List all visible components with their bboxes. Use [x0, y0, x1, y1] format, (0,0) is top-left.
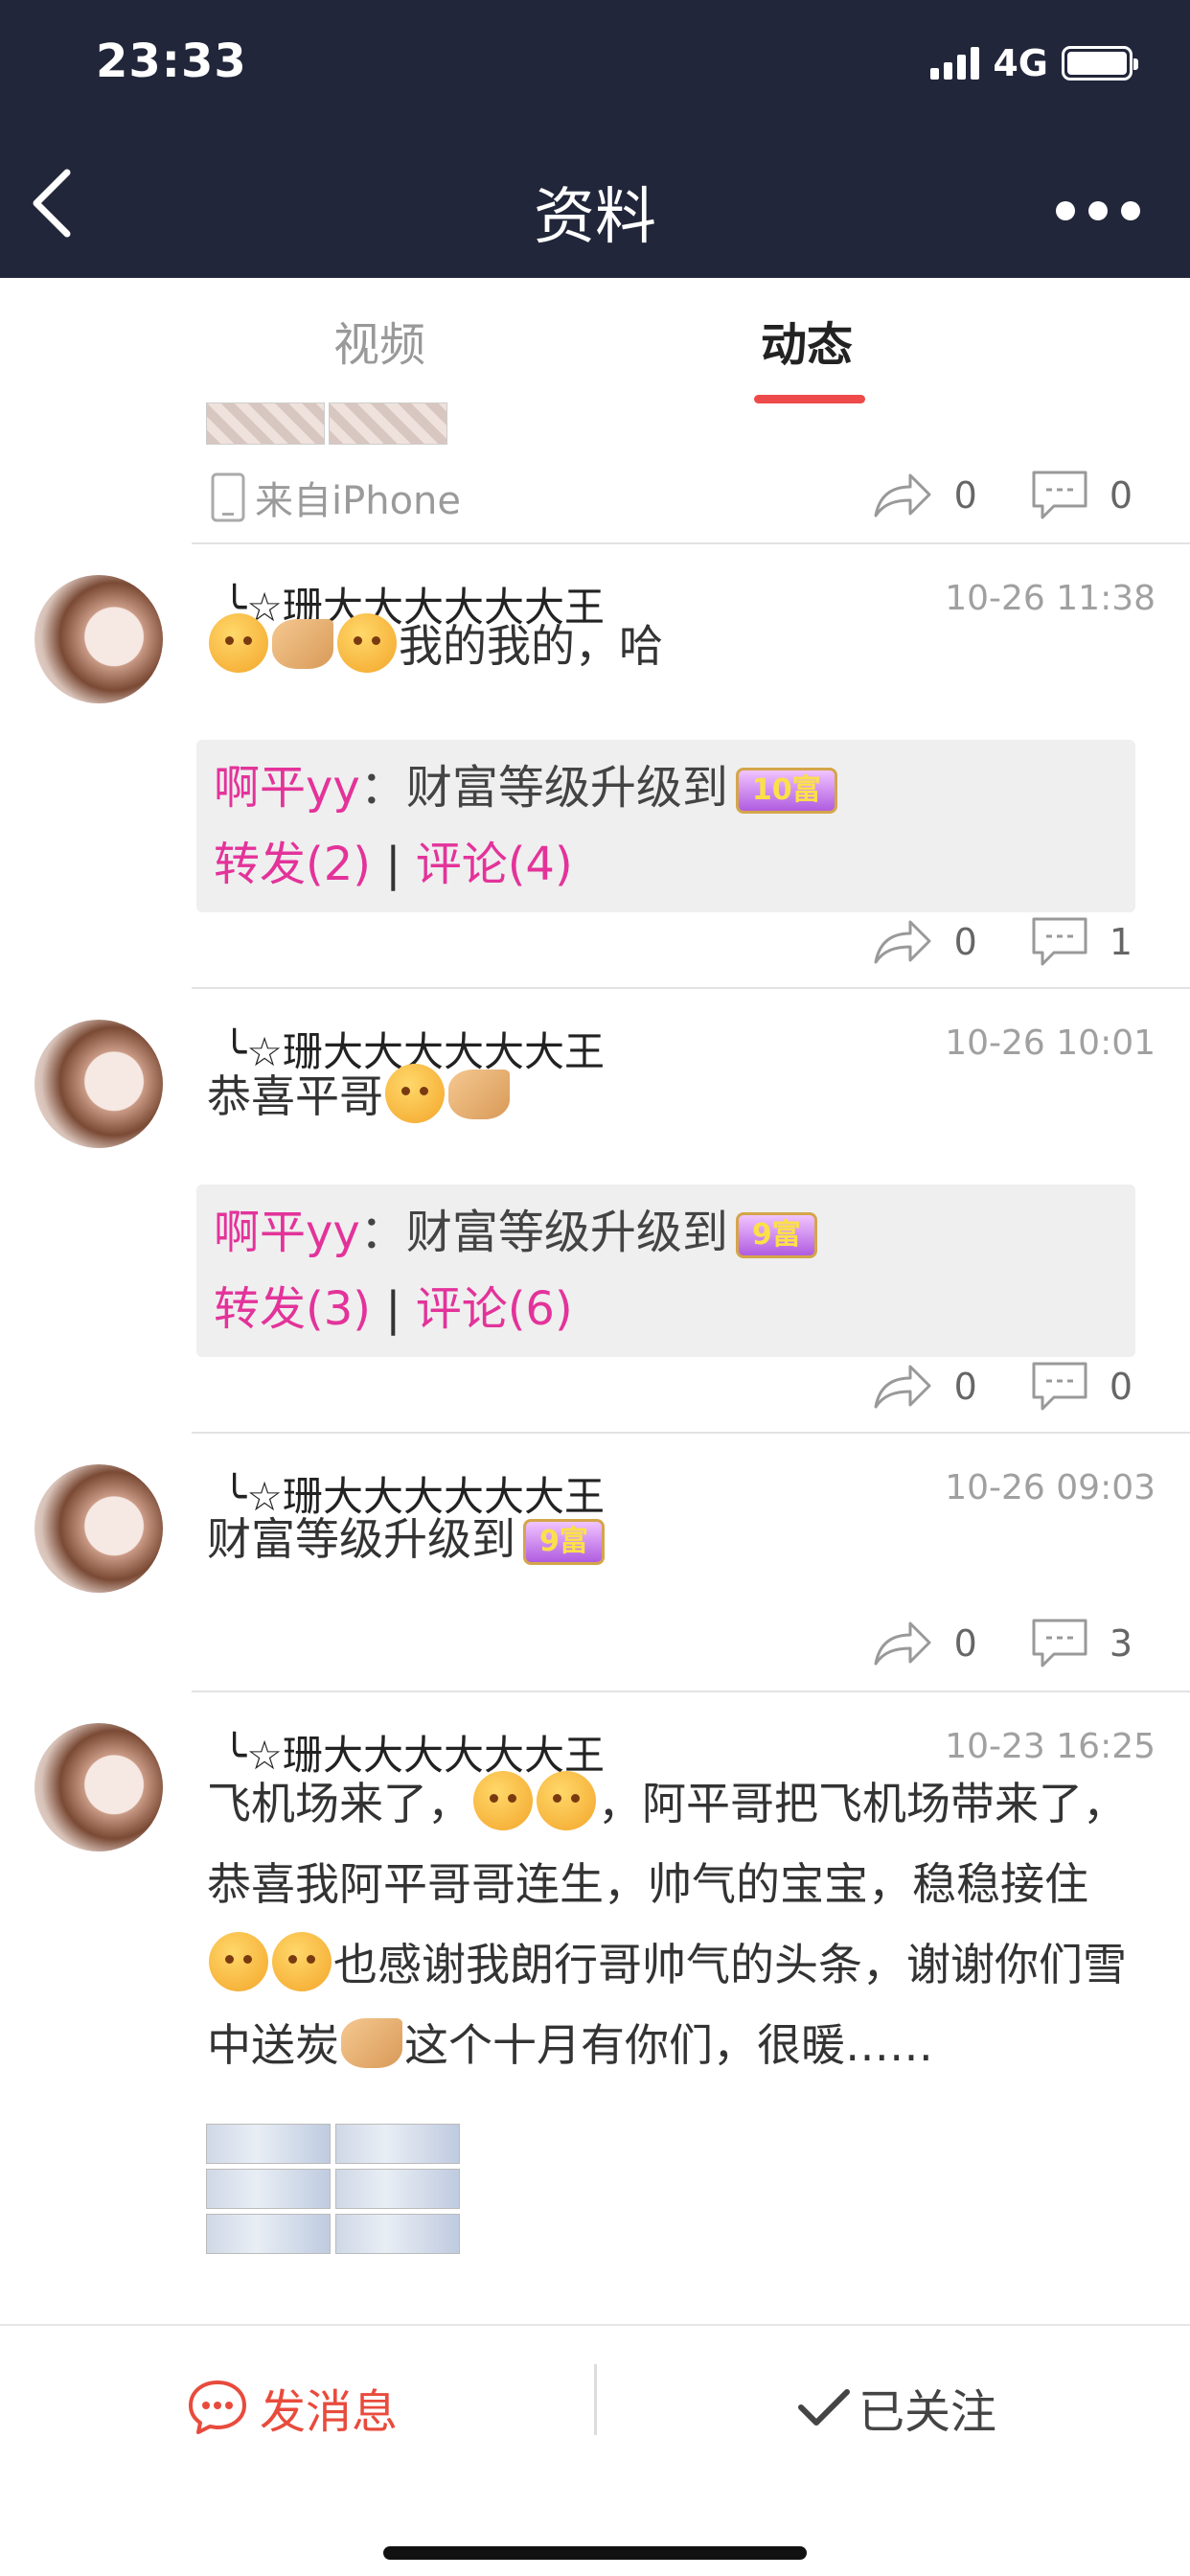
- post-thumbnail[interactable]: [206, 402, 325, 445]
- divider: [594, 2364, 597, 2435]
- emoji-icon: [272, 1932, 332, 1991]
- phone-icon: [211, 472, 245, 522]
- share-count: 0: [953, 921, 977, 963]
- feed-post[interactable]: ╰☆珊大大大大大大王 10-26 09:03 财富等级升级到 9富 0 3: [0, 1434, 1190, 1690]
- share-icon: [874, 473, 931, 518]
- post-thumbnail[interactable]: [335, 2214, 460, 2254]
- comment-count: 3: [1109, 1622, 1133, 1665]
- share-action[interactable]: 0: [872, 918, 977, 966]
- emoji-icon: [337, 613, 397, 673]
- post-thumbnail[interactable]: [335, 2124, 460, 2164]
- send-message-button[interactable]: 发消息: [187, 2374, 398, 2441]
- bottom-action-bar: 发消息 已关注: [0, 2324, 1190, 2576]
- shared-content[interactable]: 啊平yy：财富等级升级到 10富 转发(2) | 评论(4): [196, 740, 1135, 912]
- share-icon: [874, 920, 931, 964]
- post-text: 财富等级升级到 9富: [207, 1499, 1144, 1579]
- hand-emoji-icon: [272, 619, 333, 669]
- post-thumbnail[interactable]: [335, 2169, 460, 2209]
- post-thumbnail[interactable]: [329, 402, 447, 445]
- followed-button[interactable]: 已关注: [797, 2374, 996, 2441]
- network-type: 4G: [993, 42, 1048, 84]
- post-actions: 0 0: [818, 470, 1133, 521]
- share-action[interactable]: 0: [872, 1620, 977, 1668]
- wealth-badge: 9富: [523, 1519, 605, 1565]
- share-icon: [874, 1622, 931, 1666]
- share-count: 0: [953, 1622, 977, 1665]
- post-actions: 0 1: [818, 916, 1133, 968]
- comment-count: 0: [1109, 474, 1133, 517]
- forward-link[interactable]: 转发(2): [214, 838, 371, 891]
- comment-icon: [1032, 1362, 1087, 1411]
- emoji-icon: [537, 1771, 596, 1830]
- shared-user[interactable]: 啊平yy: [214, 761, 360, 815]
- checkmark-icon: [798, 2389, 850, 2426]
- feed-list[interactable]: 来自iPhone 0 0 ╰☆珊大大大大大大王 10-26 11:38 我的我的…: [0, 402, 1190, 2324]
- comment-count: 0: [1109, 1366, 1133, 1408]
- comment-action[interactable]: 1: [1031, 916, 1133, 968]
- hand-emoji-icon: [448, 1070, 510, 1119]
- avatar[interactable]: [34, 1723, 163, 1852]
- comment-link[interactable]: 评论(6): [416, 1282, 573, 1336]
- comment-icon: [1032, 471, 1087, 519]
- share-count: 0: [953, 1366, 977, 1408]
- comment-action[interactable]: 3: [1031, 1618, 1133, 1669]
- post-image-grid[interactable]: [206, 2124, 460, 2254]
- share-count: 0: [953, 474, 977, 517]
- hand-emoji-icon: [341, 2018, 402, 2068]
- emoji-icon: [209, 1932, 268, 1991]
- status-time: 23:33: [96, 34, 247, 88]
- post-source: 来自iPhone: [211, 470, 461, 525]
- tab-video[interactable]: 视频: [333, 307, 425, 374]
- more-dots-icon: [1056, 201, 1075, 220]
- tab-dynamic[interactable]: 动态: [761, 307, 853, 374]
- forward-link[interactable]: 转发(3): [214, 1282, 371, 1336]
- tab-bar: 视频 动态: [0, 278, 1190, 403]
- post-actions: 0 3: [818, 1618, 1133, 1669]
- avatar[interactable]: [34, 575, 163, 703]
- comment-action[interactable]: 0: [1031, 470, 1133, 521]
- nav-header: 23:33 4G 资料: [0, 0, 1190, 278]
- comment-icon: [1032, 1619, 1087, 1668]
- comment-link[interactable]: 评论(4): [416, 838, 573, 891]
- post-image-strip[interactable]: [206, 402, 447, 445]
- avatar[interactable]: [34, 1020, 163, 1148]
- post-time: 10-23 16:25: [945, 1727, 1156, 1766]
- wealth-badge: 9富: [735, 1212, 817, 1258]
- feed-post[interactable]: ╰☆珊大大大大大大王 10-26 10:01 恭喜平哥 啊平yy：财富等级升级到…: [0, 989, 1190, 1432]
- post-actions: 0 0: [818, 1361, 1133, 1413]
- emoji-icon: [209, 613, 268, 673]
- home-indicator: [383, 2546, 807, 2560]
- post-thumbnail[interactable]: [206, 2169, 331, 2209]
- feed-post[interactable]: ╰☆珊大大大大大大王 10-23 16:25 飞机场来了， ，阿平哥把飞机场带来了…: [0, 1692, 1190, 2324]
- emoji-icon: [473, 1771, 533, 1830]
- shared-content[interactable]: 啊平yy：财富等级升级到 9富 转发(3) | 评论(6): [196, 1184, 1135, 1357]
- emoji-icon: [385, 1064, 445, 1123]
- message-icon: [189, 2380, 246, 2434]
- wealth-badge: 10富: [735, 768, 837, 814]
- comment-count: 1: [1109, 921, 1133, 963]
- post-text: 恭喜平哥: [207, 1056, 1144, 1137]
- comment-action[interactable]: 0: [1031, 1361, 1133, 1413]
- share-action[interactable]: 0: [872, 1363, 977, 1411]
- followed-label: 已关注: [858, 2385, 997, 2439]
- share-icon: [874, 1365, 931, 1409]
- post-text: 飞机场来了， ，阿平哥把飞机场带来了，恭喜我阿平哥哥连生，帅气的宝宝，稳稳接住也感…: [207, 1763, 1144, 2085]
- status-indicators: 4G: [930, 42, 1138, 84]
- source-label: 来自iPhone: [255, 479, 462, 523]
- shared-user[interactable]: 啊平yy: [214, 1206, 360, 1259]
- signal-icon: [930, 47, 980, 80]
- post-thumbnail[interactable]: [206, 2124, 331, 2164]
- comment-icon: [1032, 917, 1087, 966]
- more-button[interactable]: [1056, 201, 1140, 220]
- post-thumbnail[interactable]: [206, 2214, 331, 2254]
- send-message-label: 发消息: [260, 2385, 399, 2439]
- avatar[interactable]: [34, 1464, 163, 1593]
- feed-post[interactable]: ╰☆珊大大大大大大王 10-26 11:38 我的我的，哈 啊平yy：财富等级升…: [0, 544, 1190, 987]
- share-action[interactable]: 0: [872, 472, 977, 519]
- post-text: 我的我的，哈: [207, 606, 1144, 686]
- page-title: 资料: [534, 182, 656, 253]
- battery-icon: [1062, 46, 1138, 80]
